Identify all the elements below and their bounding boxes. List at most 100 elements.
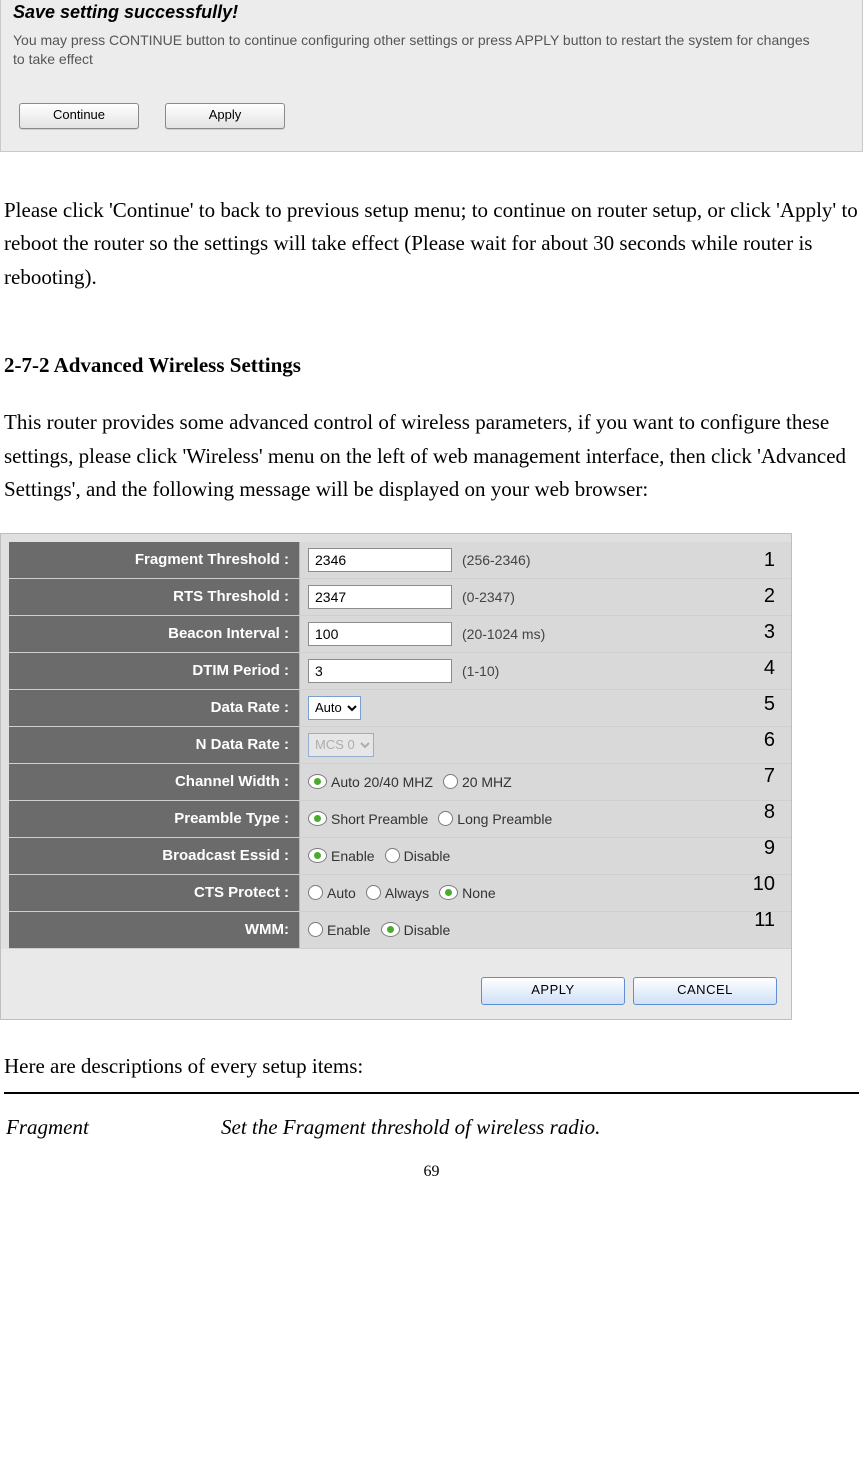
settings-value-cell: MCS 0	[300, 727, 791, 763]
radio-option[interactable]: Auto	[308, 885, 356, 901]
settings-row: CTS Protect : Auto Always None	[9, 875, 791, 912]
text-input[interactable]	[308, 548, 452, 572]
radio-icon	[308, 774, 327, 789]
callout-number: 10	[753, 866, 775, 902]
radio-label: Enable	[331, 848, 375, 864]
description-term: Fragment	[6, 1112, 221, 1144]
description-definition: Set the Fragment threshold of wireless r…	[221, 1112, 857, 1144]
settings-label: N Data Rate :	[9, 727, 300, 763]
settings-label: Data Rate :	[9, 690, 300, 726]
hint-text: (20-1024 ms)	[462, 626, 545, 642]
settings-row: WMM: Enable Disable	[9, 912, 791, 949]
radio-icon	[443, 774, 458, 789]
settings-row: Beacon Interval : (20-1024 ms)	[9, 616, 791, 653]
dialog-message: You may press CONTINUE button to continu…	[13, 31, 813, 103]
radio-label: Disable	[404, 922, 451, 938]
separator-line	[4, 1092, 859, 1094]
settings-label: Channel Width :	[9, 764, 300, 800]
text-input[interactable]	[308, 585, 452, 609]
radio-option[interactable]: 20 MHZ	[443, 774, 512, 790]
settings-row: N Data Rate : MCS 0	[9, 727, 791, 764]
settings-value-cell: Enable Disable	[300, 912, 791, 948]
settings-label: Preamble Type :	[9, 801, 300, 837]
settings-label: CTS Protect :	[9, 875, 300, 911]
section-heading: 2-7-2 Advanced Wireless Settings	[0, 349, 863, 383]
settings-label: Beacon Interval :	[9, 616, 300, 652]
radio-icon	[308, 922, 323, 937]
radio-label: Disable	[404, 848, 451, 864]
paragraph-after-dialog: Please click 'Continue' to back to previ…	[0, 194, 863, 295]
radio-label: 20 MHZ	[462, 774, 512, 790]
apply-button[interactable]: Apply	[165, 103, 285, 129]
select-input[interactable]: Auto	[308, 696, 361, 720]
settings-row: Fragment Threshold : (256-2346)	[9, 542, 791, 579]
settings-row: Data Rate : Auto	[9, 690, 791, 727]
radio-label: Short Preamble	[331, 811, 428, 827]
callout-number: 9	[753, 830, 775, 866]
continue-button[interactable]: Continue	[19, 103, 139, 129]
radio-icon	[385, 848, 400, 863]
radio-icon	[308, 811, 327, 826]
settings-label: WMM:	[9, 912, 300, 948]
hint-text: (0-2347)	[462, 589, 515, 605]
settings-label: RTS Threshold :	[9, 579, 300, 615]
radio-option[interactable]: Short Preamble	[308, 811, 428, 827]
settings-value-cell: (0-2347)	[300, 579, 791, 615]
radio-option[interactable]: Disable	[381, 922, 451, 938]
text-input[interactable]	[308, 659, 452, 683]
radio-option[interactable]: Auto 20/40 MHZ	[308, 774, 433, 790]
settings-value-cell: (256-2346)	[300, 542, 791, 578]
page-number: 69	[0, 1163, 863, 1181]
radio-icon	[439, 885, 458, 900]
radio-label: Long Preamble	[457, 811, 552, 827]
settings-row: Broadcast Essid : Enable Disable	[9, 838, 791, 875]
radio-option[interactable]: Long Preamble	[438, 811, 552, 827]
radio-label: Enable	[327, 922, 371, 938]
settings-row: DTIM Period : (1-10)	[9, 653, 791, 690]
callout-number: 4	[753, 650, 775, 686]
settings-value-cell: Short Preamble Long Preamble	[300, 801, 791, 837]
panel-apply-button[interactable]: APPLY	[481, 977, 625, 1005]
settings-label: Fragment Threshold :	[9, 542, 300, 578]
callout-number: 5	[753, 686, 775, 722]
dialog-title: Save setting successfully!	[13, 0, 862, 31]
callout-number: 2	[753, 578, 775, 614]
callout-number: 1	[753, 542, 775, 578]
settings-value-cell: (1-10)	[300, 653, 791, 689]
radio-option[interactable]: Enable	[308, 922, 371, 938]
radio-label: None	[462, 885, 495, 901]
description-row: Fragment Set the Fragment threshold of w…	[0, 1112, 863, 1144]
radio-icon	[308, 885, 323, 900]
radio-label: Always	[385, 885, 429, 901]
radio-option[interactable]: Enable	[308, 848, 375, 864]
settings-value-cell: Auto	[300, 690, 791, 726]
radio-option[interactable]: Always	[366, 885, 429, 901]
descriptions-intro: Here are descriptions of every setup ite…	[0, 1050, 863, 1084]
settings-value-cell: (20-1024 ms)	[300, 616, 791, 652]
radio-option[interactable]: None	[439, 885, 495, 901]
settings-value-cell: Auto 20/40 MHZ 20 MHZ	[300, 764, 791, 800]
radio-icon	[308, 848, 327, 863]
radio-label: Auto	[327, 885, 356, 901]
select-input: MCS 0	[308, 733, 374, 757]
settings-label: Broadcast Essid :	[9, 838, 300, 874]
callout-number: 11	[753, 902, 775, 938]
hint-text: (256-2346)	[462, 552, 531, 568]
radio-label: Auto 20/40 MHZ	[331, 774, 433, 790]
settings-row: Channel Width : Auto 20/40 MHZ 20 MHZ	[9, 764, 791, 801]
text-input[interactable]	[308, 622, 452, 646]
radio-option[interactable]: Disable	[385, 848, 451, 864]
settings-label: DTIM Period :	[9, 653, 300, 689]
callout-number: 7	[753, 758, 775, 794]
advanced-settings-panel: Fragment Threshold : (256-2346) RTS Thresh…	[0, 533, 792, 1020]
callout-number: 6	[753, 722, 775, 758]
hint-text: (1-10)	[462, 663, 499, 679]
radio-icon	[438, 811, 453, 826]
panel-cancel-button[interactable]: CANCEL	[633, 977, 777, 1005]
settings-row: RTS Threshold : (0-2347)	[9, 579, 791, 616]
section-intro: This router provides some advanced contr…	[0, 406, 863, 507]
settings-row: Preamble Type : Short Preamble Long Preamb…	[9, 801, 791, 838]
settings-value-cell: Auto Always None	[300, 875, 791, 911]
callout-number: 3	[753, 614, 775, 650]
callout-number: 8	[753, 794, 775, 830]
